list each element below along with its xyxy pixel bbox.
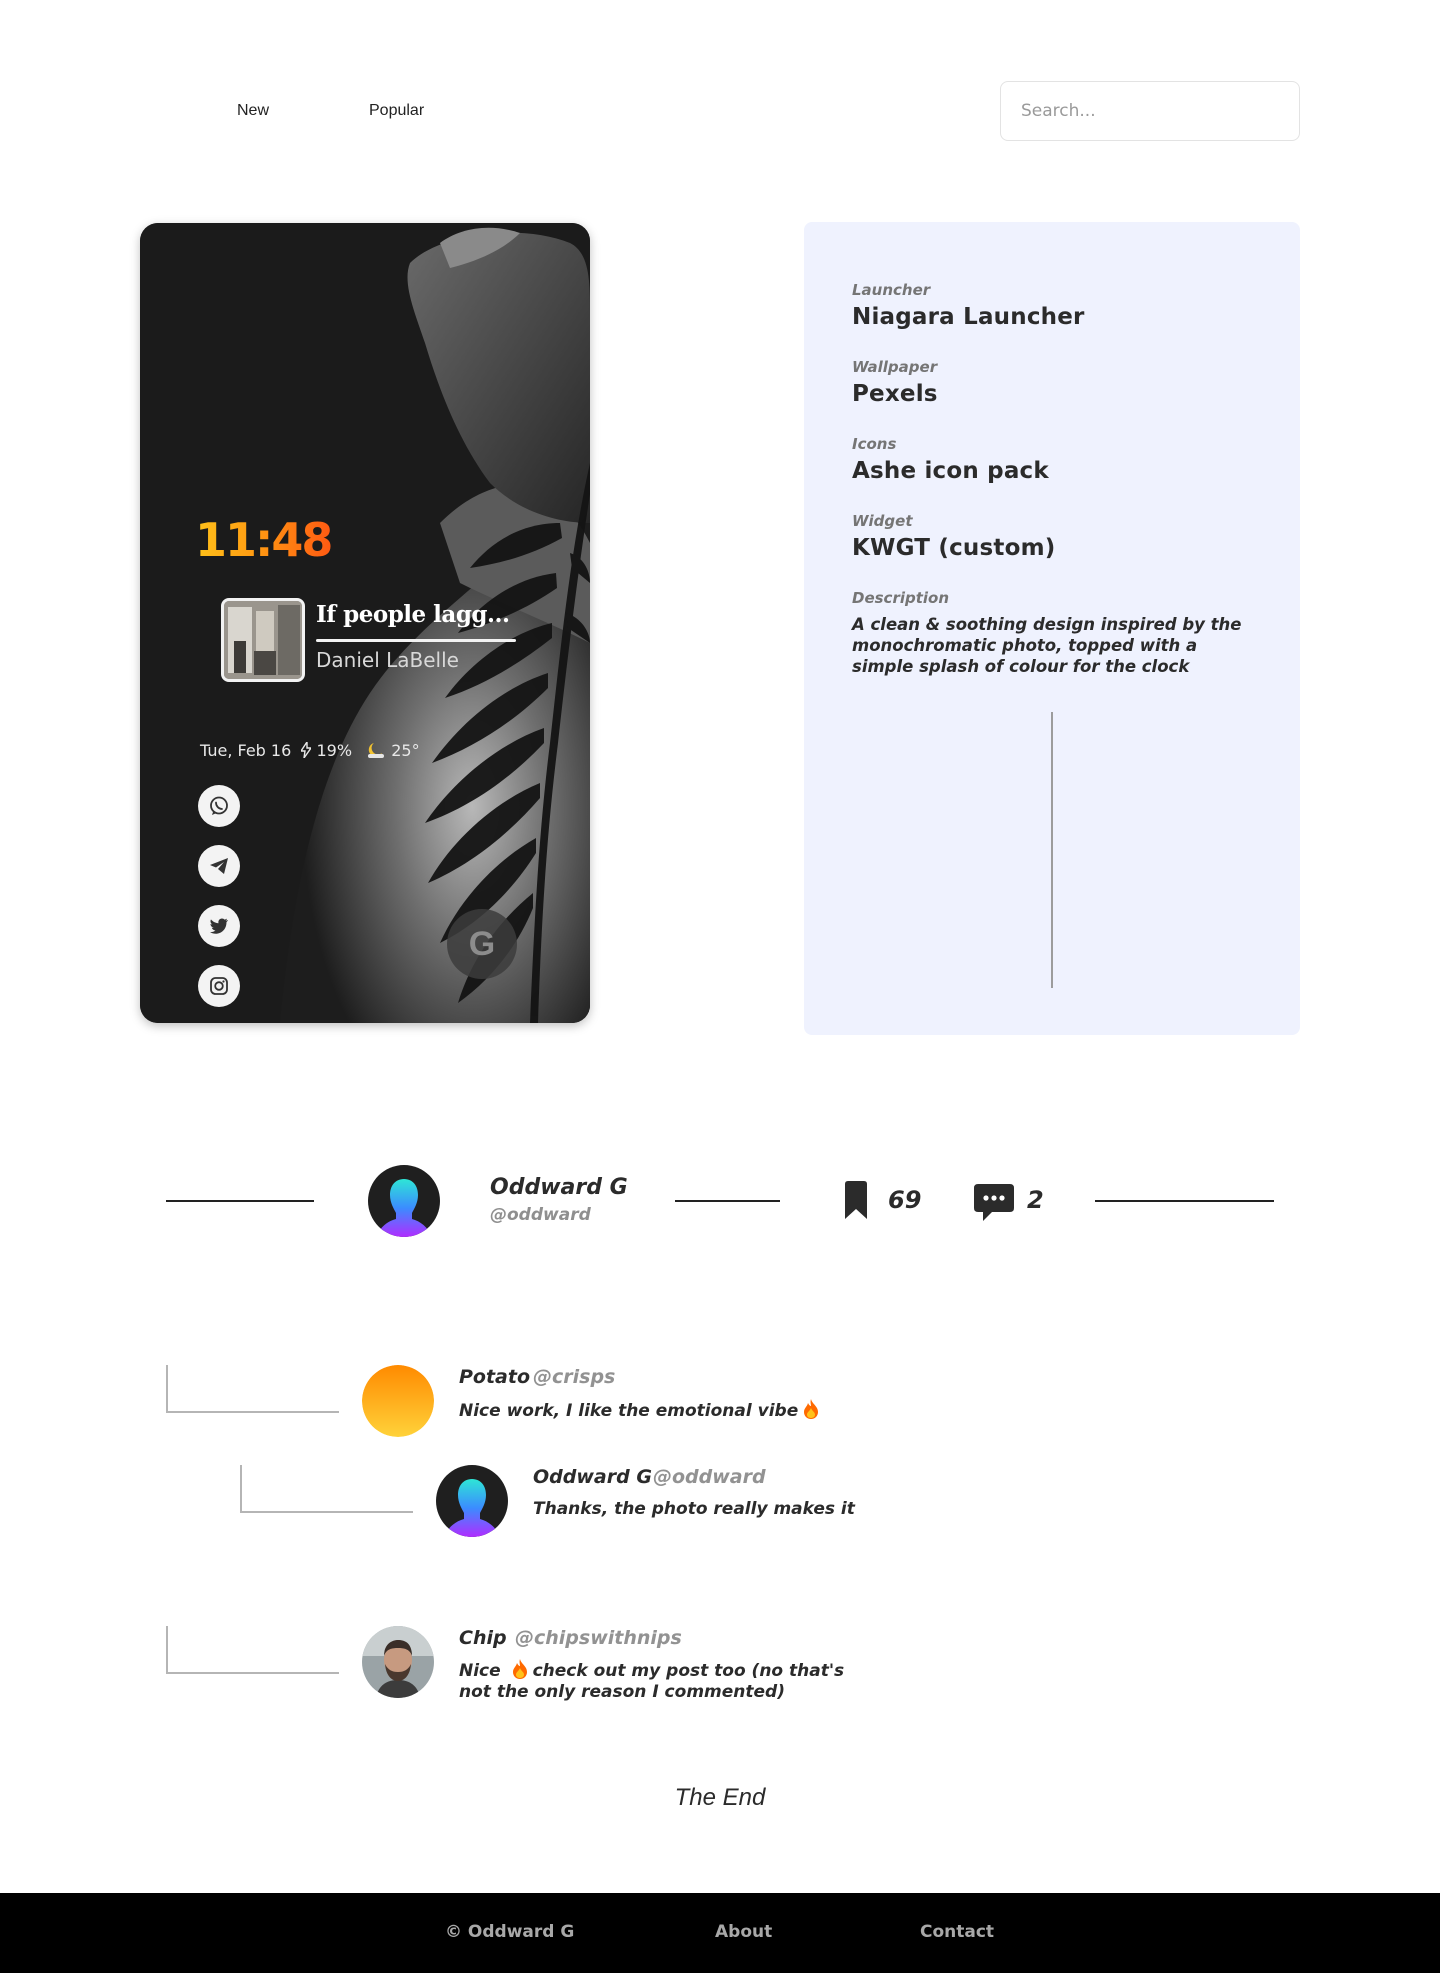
comment-author-name[interactable]: Potato (459, 1366, 530, 1388)
media-title: If people lagg... (316, 601, 510, 628)
launcher-label: Launcher (852, 281, 931, 299)
bookmark-icon[interactable] (843, 1181, 869, 1219)
thread-connector (166, 1626, 339, 1674)
divider-line (166, 1200, 314, 1202)
bookmark-count: 69 (888, 1186, 922, 1214)
nav-popular-link[interactable]: Popular (369, 102, 424, 120)
twitter-icon[interactable] (198, 905, 240, 947)
bolt-icon (300, 739, 313, 759)
panel-divider (1051, 712, 1053, 988)
thread-connector (166, 1365, 339, 1413)
comment-icon[interactable] (974, 1184, 1014, 1222)
whatsapp-icon[interactable] (198, 785, 240, 827)
comment-text: Nice check out my post too (no that's no… (459, 1659, 845, 1702)
footer-copyright: © Oddward G (445, 1922, 575, 1942)
wallpaper-label: Wallpaper (852, 358, 938, 376)
comment-text: Thanks, the photo really makes it (533, 1499, 855, 1519)
icons-label: Icons (852, 435, 897, 453)
media-artist: Daniel LaBelle (316, 648, 459, 672)
status-line: Tue, Feb 16 19% 25° (200, 739, 425, 760)
comment-author-name[interactable]: Chip (459, 1627, 507, 1649)
footer-contact-link[interactable]: Contact (920, 1922, 994, 1942)
thread-connector (240, 1465, 413, 1513)
google-search-button[interactable]: G (447, 909, 517, 979)
wallpaper-value: Pexels (852, 381, 938, 407)
footer: © Oddward G About Contact (0, 1893, 1440, 1973)
comment-count: 2 (1027, 1186, 1044, 1214)
widget-label: Widget (852, 512, 913, 530)
description-text: A clean & soothing design inspired by th… (852, 615, 1242, 676)
author-handle[interactable]: @oddward (490, 1205, 591, 1225)
author-avatar[interactable] (368, 1165, 440, 1237)
temperature-text: 25° (391, 741, 420, 760)
comment-author-handle[interactable]: @oddward (653, 1466, 766, 1488)
nav-new-link[interactable]: New (237, 102, 269, 120)
icons-value: Ashe icon pack (852, 458, 1049, 484)
commenter-avatar[interactable] (362, 1626, 434, 1698)
comment-author-handle[interactable]: @chipswithnips (515, 1627, 682, 1649)
launcher-value: Niagara Launcher (852, 304, 1085, 330)
search-input[interactable] (1000, 81, 1300, 141)
fire-emoji-icon (512, 1659, 527, 1679)
battery-text: 19% (316, 741, 353, 760)
divider-line (1095, 1200, 1274, 1202)
comment-text: Nice work, I like the emotional vibe (459, 1399, 879, 1422)
setup-info-panel: Launcher Niagara Launcher Wallpaper Pexe… (804, 222, 1300, 1035)
commenter-avatar[interactable] (362, 1365, 434, 1437)
description-label: Description (852, 589, 950, 607)
media-thumbnail[interactable] (221, 598, 305, 682)
footer-about-link[interactable]: About (715, 1922, 772, 1942)
clock-widget: 11:48 (195, 513, 333, 567)
commenter-avatar[interactable] (436, 1465, 508, 1537)
the-end-text: The End (674, 1784, 766, 1811)
comment-author-name[interactable]: Oddward G (533, 1466, 652, 1488)
comment-author-handle[interactable]: @crisps (533, 1366, 615, 1388)
author-name[interactable]: Oddward G (490, 1175, 628, 1200)
phone-screenshot: 11:48 If people lagg... Daniel LaBelle T… (140, 223, 590, 1023)
date-text: Tue, Feb 16 (200, 741, 292, 760)
telegram-icon[interactable] (198, 845, 240, 887)
widget-value: KWGT (custom) (852, 535, 1056, 561)
media-progress-bar[interactable] (316, 639, 516, 642)
divider-line (675, 1200, 780, 1202)
weather-moon-icon (368, 743, 385, 758)
instagram-icon[interactable] (198, 965, 240, 1007)
fire-emoji-icon (804, 1399, 819, 1419)
